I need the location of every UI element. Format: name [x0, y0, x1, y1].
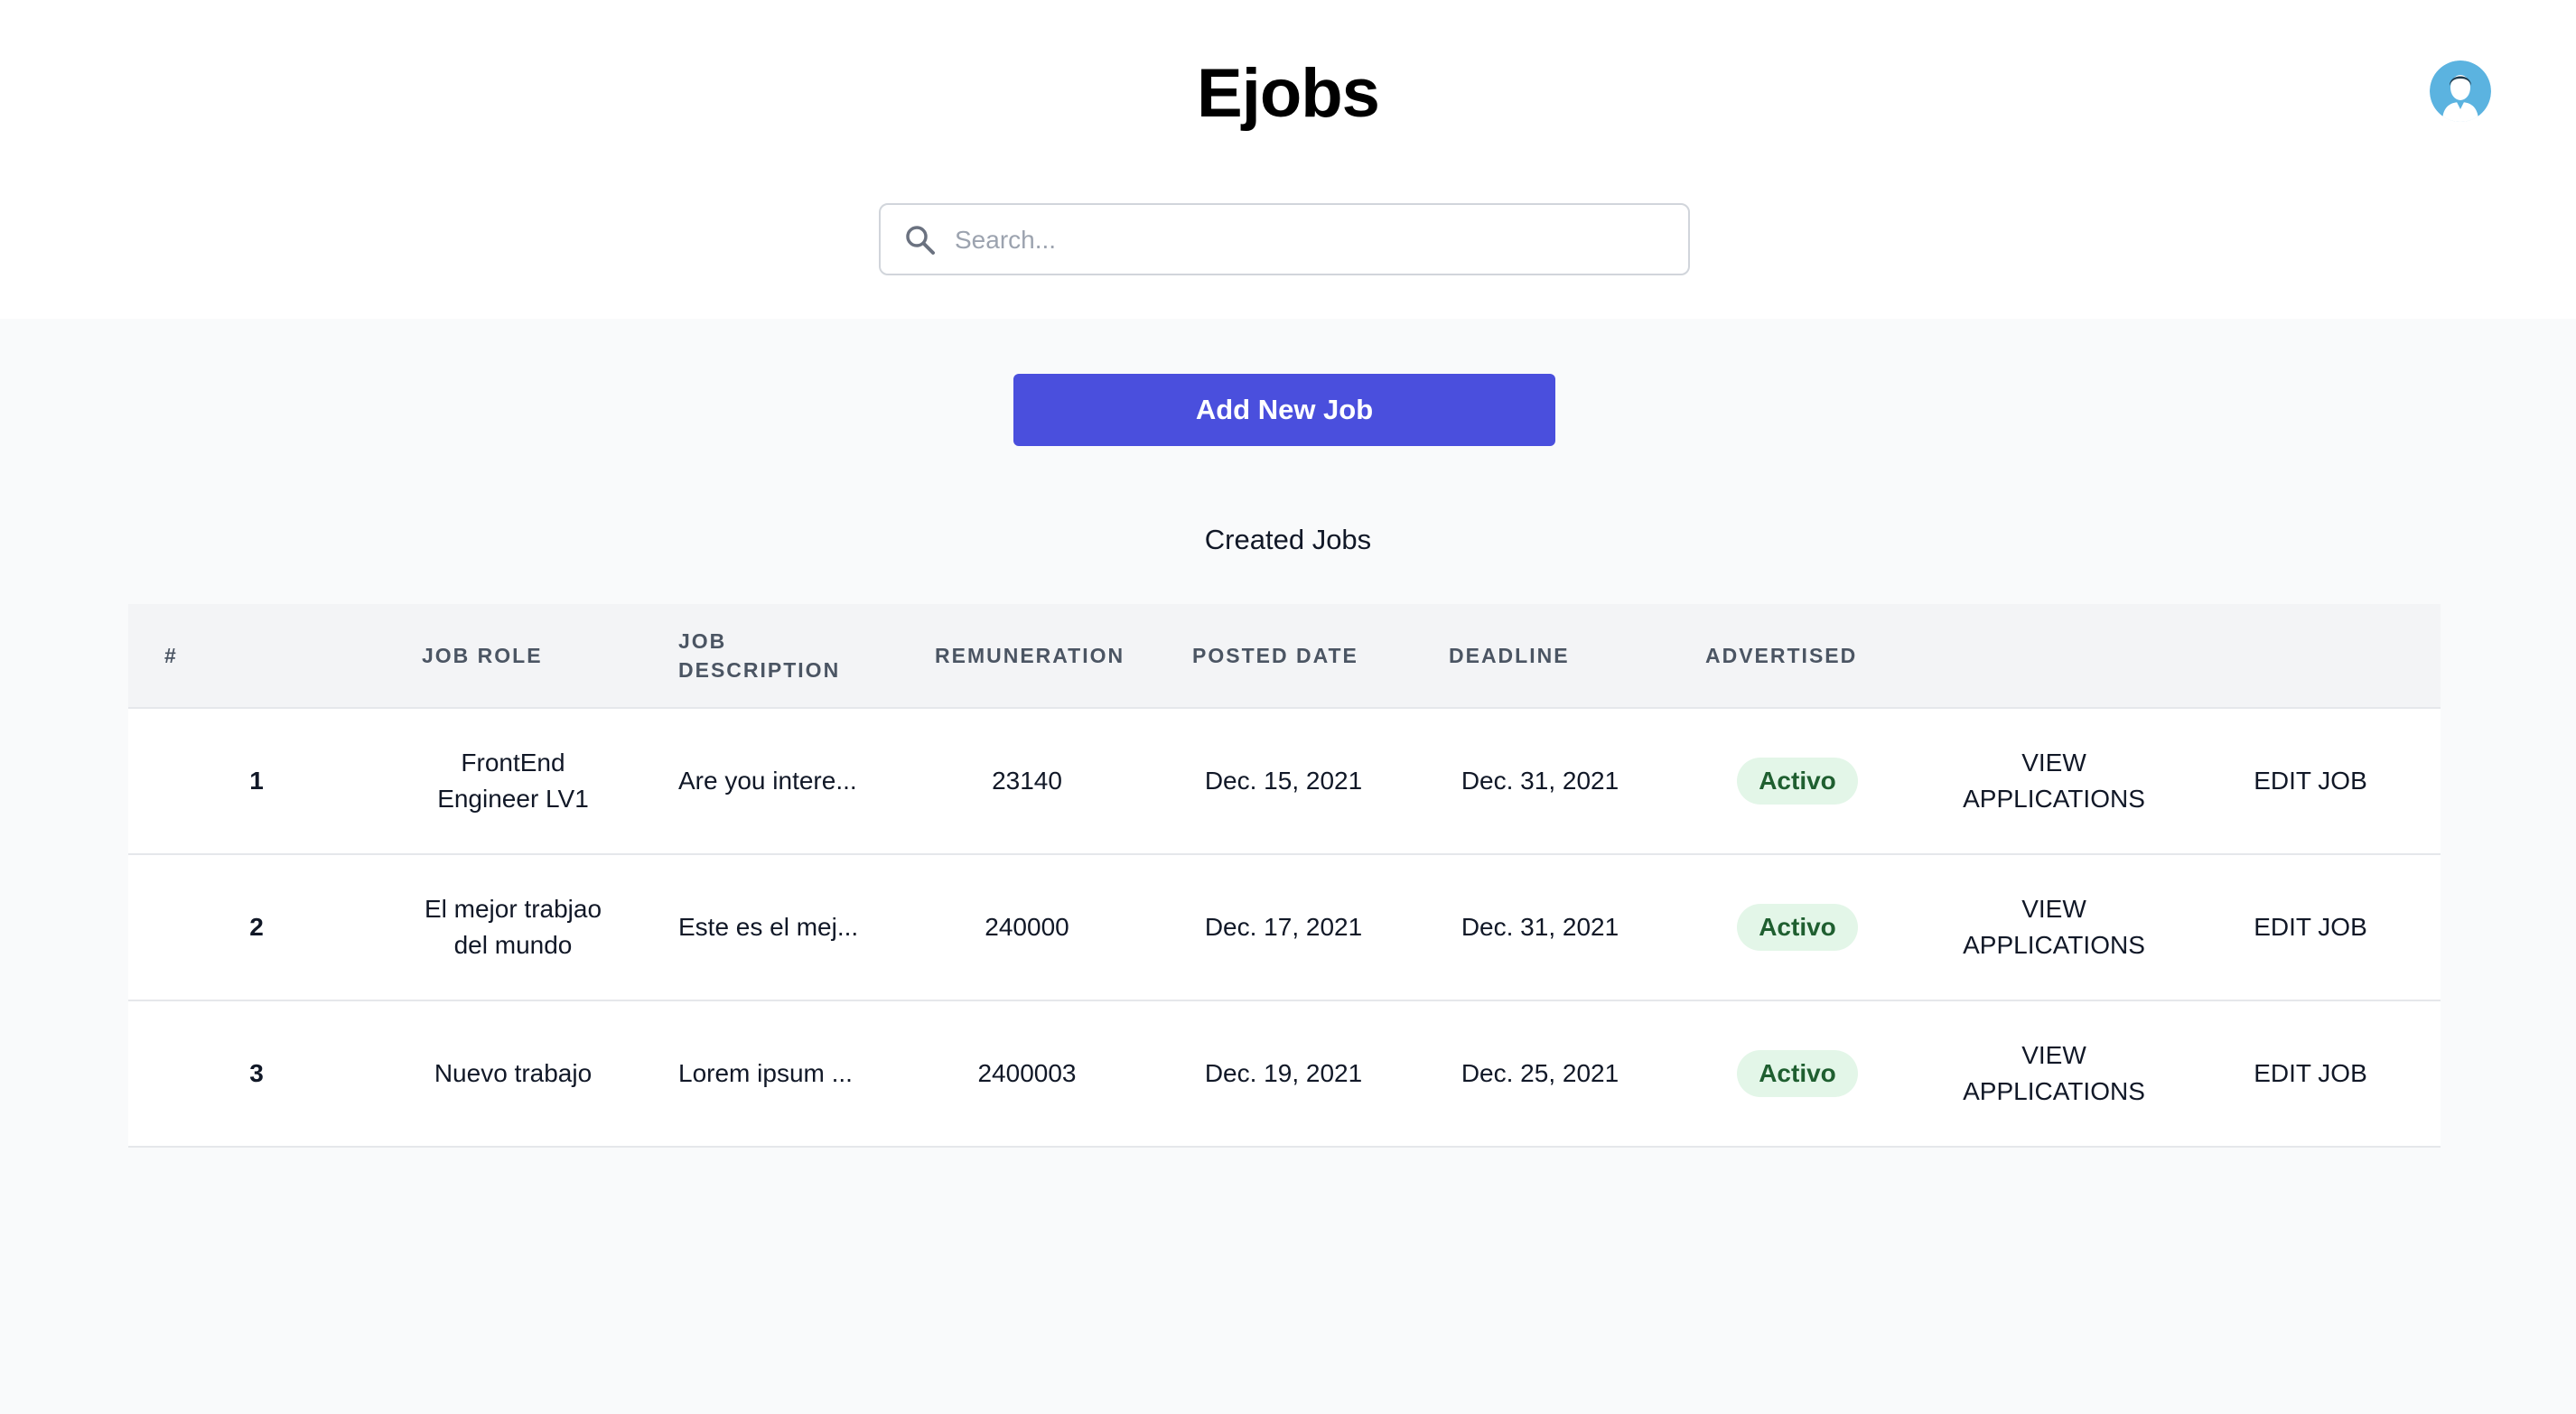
edit-job-cell: EDIT JOB [2182, 1001, 2439, 1146]
table-header: # JOB ROLE JOB DESCRIPTION REMUNERATION … [128, 604, 2441, 709]
deadline-cell: Dec. 31, 2021 [1461, 913, 1619, 941]
edit-job-cell: EDIT JOB [2182, 709, 2439, 853]
row-index: 1 [249, 767, 264, 795]
header-job-role: JOB ROLE [422, 644, 543, 667]
posted-date-cell: Dec. 15, 2021 [1204, 767, 1363, 795]
view-applications-link[interactable]: VIEW APPLICATIONS [1963, 891, 2145, 963]
app-title: Ejobs [1197, 55, 1380, 132]
user-avatar-icon[interactable] [2430, 60, 2491, 122]
deadline-cell: Dec. 31, 2021 [1461, 767, 1619, 795]
edit-job-link[interactable]: EDIT JOB [2254, 1056, 2367, 1092]
posted-date-cell: Dec. 17, 2021 [1204, 913, 1363, 941]
job-description-cell: Este es el mej... [678, 913, 859, 941]
section-title: Created Jobs [1204, 524, 1372, 555]
deadline-cell: Dec. 25, 2021 [1461, 1059, 1619, 1087]
header-deadline: DEADLINE [1449, 644, 1570, 667]
job-role-cell: El mejor trabjao del mundo [424, 895, 602, 959]
status-badge: Activo [1737, 1050, 1858, 1097]
row-index: 3 [249, 1059, 264, 1087]
posted-date-cell: Dec. 19, 2021 [1204, 1059, 1363, 1087]
view-applications-cell: VIEW APPLICATIONS [1926, 1001, 2182, 1146]
search-box [879, 203, 1690, 275]
view-applications-cell: VIEW APPLICATIONS [1926, 855, 2182, 1000]
status-badge: Activo [1737, 758, 1858, 805]
remuneration-cell: 240000 [985, 913, 1069, 941]
view-applications-link[interactable]: VIEW APPLICATIONS [1963, 745, 2145, 817]
edit-job-link[interactable]: EDIT JOB [2254, 909, 2367, 945]
job-role-cell: FrontEnd Engineer LV1 [437, 749, 589, 813]
row-index: 2 [249, 913, 264, 941]
add-new-job-button[interactable]: Add New Job [1013, 374, 1555, 446]
view-applications-cell: VIEW APPLICATIONS [1926, 709, 2182, 853]
search-icon [906, 226, 935, 255]
top-bar: Ejobs [0, 0, 2576, 319]
advertised-cell: Activo [1669, 855, 1926, 1000]
header-remuneration: REMUNERATION [935, 644, 1125, 667]
header-index: # [164, 644, 178, 667]
job-role-cell: Nuevo trabajo [434, 1059, 593, 1087]
edit-job-cell: EDIT JOB [2182, 855, 2439, 1000]
job-description-cell: Are you intere... [678, 767, 857, 795]
advertised-cell: Activo [1669, 1001, 1926, 1146]
jobs-table: # JOB ROLE JOB DESCRIPTION REMUNERATION … [128, 604, 2441, 1148]
advertised-cell: Activo [1669, 709, 1926, 853]
header-job-description: JOB DESCRIPTION [678, 629, 841, 682]
table-row: 1 FrontEnd Engineer LV1 Are you intere..… [128, 709, 2441, 855]
search-input[interactable] [953, 214, 1670, 266]
header-posted-date: POSTED DATE [1192, 644, 1358, 667]
table-row: 2 El mejor trabjao del mundo Este es el … [128, 855, 2441, 1001]
edit-job-link[interactable]: EDIT JOB [2254, 763, 2367, 799]
table-row: 3 Nuevo trabajo Lorem ipsum ... 2400003 … [128, 1001, 2441, 1148]
job-description-cell: Lorem ipsum ... [678, 1059, 853, 1087]
view-applications-link[interactable]: VIEW APPLICATIONS [1963, 1037, 2145, 1110]
status-badge: Activo [1737, 904, 1858, 951]
header-advertised: ADVERTISED [1705, 644, 1858, 667]
remuneration-cell: 23140 [992, 767, 1062, 795]
remuneration-cell: 2400003 [977, 1059, 1077, 1087]
